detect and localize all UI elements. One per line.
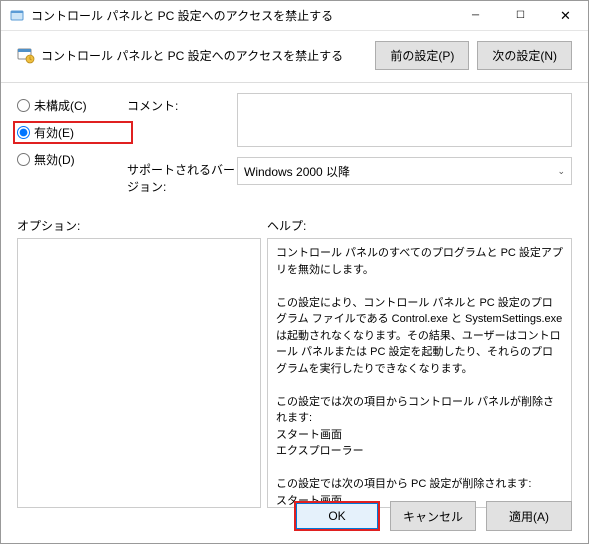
config-area: 未構成(C) 有効(E) 無効(D) コメント: サポートされるバージョン: W… [1, 83, 588, 205]
help-label: ヘルプ: [267, 217, 572, 234]
supported-label: サポートされるバージョン: [127, 157, 237, 195]
cancel-button[interactable]: キャンセル [390, 501, 476, 531]
prev-setting-button[interactable]: 前の設定(P) [375, 41, 469, 70]
policy-title: コントロール パネルと PC 設定へのアクセスを禁止する [41, 47, 367, 64]
radio-disabled[interactable]: 無効(D) [17, 151, 127, 168]
header-row: コントロール パネルと PC 設定へのアクセスを禁止する 前の設定(P) 次の設… [1, 31, 588, 83]
panels-row: コントロール パネルのすべてのプログラムと PC 設定アプリを無効にします。 こ… [1, 238, 588, 491]
section-labels: オプション: ヘルプ: [1, 205, 588, 238]
comment-textarea[interactable] [237, 93, 572, 147]
minimize-button[interactable]: ─ [453, 1, 498, 30]
radio-enabled-label: 有効(E) [34, 124, 74, 141]
titlebar: コントロール パネルと PC 設定へのアクセスを禁止する ─ ☐ ✕ [1, 1, 588, 31]
options-label: オプション: [17, 217, 267, 234]
supported-on-value: Windows 2000 以降 [244, 163, 350, 180]
radio-not-configured-input[interactable] [17, 99, 30, 112]
help-panel[interactable]: コントロール パネルのすべてのプログラムと PC 設定アプリを無効にします。 こ… [267, 238, 572, 508]
radio-not-configured[interactable]: 未構成(C) [17, 97, 127, 114]
comment-row: コメント: [127, 93, 572, 147]
radio-disabled-input[interactable] [17, 153, 30, 166]
chevron-down-icon: ⌄ [557, 166, 565, 177]
ok-button[interactable]: OK [296, 503, 378, 529]
apply-button[interactable]: 適用(A) [486, 501, 572, 531]
radio-not-configured-label: 未構成(C) [34, 97, 87, 114]
dialog-window: コントロール パネルと PC 設定へのアクセスを禁止する ─ ☐ ✕ コントロー… [0, 0, 589, 544]
ok-highlight: OK [294, 501, 380, 531]
app-icon [9, 8, 25, 24]
button-bar: OK キャンセル 適用(A) [1, 491, 588, 543]
state-radios: 未構成(C) 有効(E) 無効(D) [17, 93, 127, 205]
fields-column: コメント: サポートされるバージョン: Windows 2000 以降 ⌄ [127, 93, 572, 205]
supported-row: サポートされるバージョン: Windows 2000 以降 ⌄ [127, 157, 572, 195]
radio-enabled[interactable]: 有効(E) [13, 121, 133, 144]
window-controls: ─ ☐ ✕ [453, 1, 588, 30]
radio-enabled-input[interactable] [17, 126, 30, 139]
comment-label: コメント: [127, 93, 237, 147]
options-panel [17, 238, 261, 508]
supported-on-box[interactable]: Windows 2000 以降 ⌄ [237, 157, 572, 185]
next-setting-button[interactable]: 次の設定(N) [477, 41, 572, 70]
close-button[interactable]: ✕ [543, 1, 588, 30]
maximize-button[interactable]: ☐ [498, 1, 543, 30]
radio-disabled-label: 無効(D) [34, 151, 75, 168]
window-title: コントロール パネルと PC 設定へのアクセスを禁止する [31, 7, 453, 24]
policy-icon [17, 47, 35, 65]
